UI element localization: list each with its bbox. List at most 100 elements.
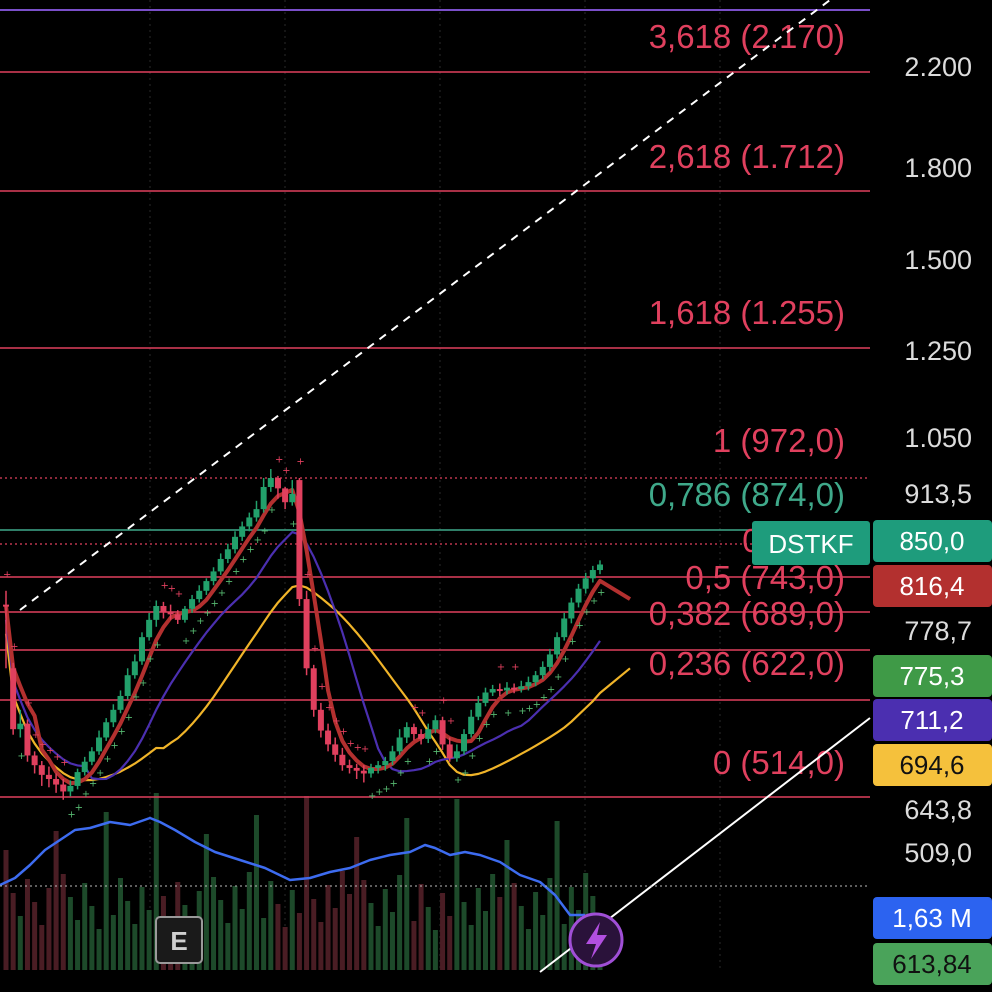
candle[interactable]	[96, 737, 103, 752]
candle[interactable]	[31, 755, 38, 766]
candle[interactable]	[74, 772, 81, 786]
candle[interactable]	[511, 687, 518, 690]
candle[interactable]	[282, 488, 289, 503]
candle[interactable]	[189, 599, 196, 609]
lightning-button[interactable]	[568, 912, 624, 968]
candle[interactable]	[403, 727, 410, 738]
candle[interactable]	[439, 720, 446, 745]
symbol-badge[interactable]: DSTKF	[752, 521, 870, 565]
candle[interactable]	[60, 784, 67, 792]
candle[interactable]	[432, 720, 439, 730]
candle[interactable]	[246, 517, 253, 527]
candle[interactable]	[310, 668, 317, 710]
candle[interactable]	[325, 730, 332, 745]
candle[interactable]	[468, 716, 475, 735]
candle[interactable]	[67, 785, 74, 792]
candle[interactable]	[17, 723, 24, 730]
candle[interactable]	[232, 536, 239, 550]
candle[interactable]	[174, 614, 181, 620]
candle[interactable]	[260, 486, 267, 510]
price-chart[interactable]: 3,618 (2.170) 2,618 (1.712) 1,618 (1.255) 1…	[0, 0, 992, 992]
candle[interactable]	[267, 478, 274, 487]
candle[interactable]	[382, 761, 389, 766]
chart-stage[interactable]: 3,618 (2.170) 2,618 (1.712) 1,618 (1.255) 1…	[0, 0, 992, 992]
candle[interactable]	[503, 687, 510, 691]
candle[interactable]	[539, 666, 546, 676]
candle[interactable]	[554, 637, 561, 655]
candle[interactable]	[317, 709, 324, 731]
candle[interactable]	[274, 478, 281, 489]
candle[interactable]	[138, 637, 145, 662]
candle[interactable]	[131, 661, 138, 676]
volume-bar	[540, 915, 546, 970]
candle[interactable]	[146, 619, 153, 638]
candle[interactable]	[453, 751, 460, 759]
price-tag-ma-red[interactable]: 816,4	[873, 565, 992, 607]
candle[interactable]	[396, 737, 403, 752]
candle[interactable]	[103, 722, 110, 738]
candle[interactable]	[367, 767, 374, 774]
candle[interactable]	[482, 692, 489, 703]
candle[interactable]	[167, 611, 174, 615]
candle[interactable]	[353, 767, 360, 771]
candle[interactable]	[124, 675, 131, 696]
candle[interactable]	[410, 727, 417, 735]
candle[interactable]	[217, 558, 224, 572]
price-tag-ma-green[interactable]: 775,3	[873, 655, 992, 697]
candle[interactable]	[446, 744, 453, 759]
earnings-marker[interactable]: E	[155, 916, 203, 964]
candle[interactable]	[532, 675, 539, 683]
candle[interactable]	[110, 709, 117, 723]
candle[interactable]	[496, 689, 503, 692]
price-tag-last-price[interactable]: 850,0	[873, 520, 992, 562]
candle[interactable]	[475, 702, 482, 717]
candle[interactable]	[117, 695, 124, 710]
candle[interactable]	[296, 480, 303, 600]
candle[interactable]	[582, 578, 589, 589]
candle[interactable]	[546, 654, 553, 667]
candle[interactable]	[389, 751, 396, 762]
candle[interactable]	[346, 765, 353, 768]
candle[interactable]	[518, 686, 525, 690]
candle[interactable]	[3, 604, 9, 607]
candle[interactable]	[375, 765, 382, 768]
candle[interactable]	[160, 606, 167, 612]
candle[interactable]	[303, 599, 310, 669]
price-tag-volume[interactable]: 613,84	[873, 943, 992, 985]
candle[interactable]	[425, 729, 432, 739]
candle[interactable]	[589, 570, 596, 579]
candle[interactable]	[38, 765, 45, 775]
candle[interactable]	[489, 689, 496, 693]
price-tag-ma-yellow[interactable]: 694,6	[873, 744, 992, 786]
volume-bar	[60, 874, 66, 970]
candle[interactable]	[153, 606, 160, 620]
candle[interactable]	[181, 608, 188, 620]
psar-dot: +	[132, 692, 140, 703]
candle[interactable]	[568, 602, 575, 619]
candle[interactable]	[203, 581, 210, 591]
candle[interactable]	[461, 734, 468, 752]
candle[interactable]	[239, 526, 246, 537]
candle[interactable]	[561, 618, 568, 638]
candle[interactable]	[575, 588, 582, 603]
candle[interactable]	[253, 509, 260, 518]
candle[interactable]	[88, 751, 95, 762]
candle[interactable]	[196, 590, 203, 600]
symbol-label: DSTKF	[768, 529, 853, 559]
candle[interactable]	[53, 779, 60, 785]
candle[interactable]	[332, 744, 339, 755]
candle[interactable]	[10, 668, 17, 730]
candle[interactable]	[525, 682, 532, 687]
candle[interactable]	[360, 770, 367, 774]
candle[interactable]	[210, 571, 217, 582]
candle[interactable]	[339, 754, 346, 766]
candle[interactable]	[418, 734, 425, 739]
earnings-icon: E	[170, 926, 187, 956]
candle[interactable]	[81, 761, 88, 773]
candle[interactable]	[45, 774, 52, 780]
price-tag-obv[interactable]: 1,63 M	[873, 897, 992, 939]
candle[interactable]	[597, 564, 603, 571]
candle[interactable]	[289, 493, 296, 503]
price-tag-ma-purple[interactable]: 711,2	[873, 699, 992, 741]
candle[interactable]	[224, 549, 231, 559]
